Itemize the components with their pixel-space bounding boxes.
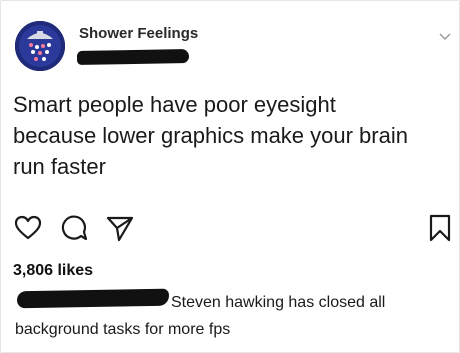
post-header: Shower Feelings [13,15,453,71]
comment-line: background tasks for more fps [15,321,231,338]
username[interactable]: Shower Feelings [79,25,198,42]
post-card: Shower Feelings Smart people have poor e… [0,0,460,353]
post-caption: Smart people have poor eyesight because … [13,89,453,182]
like-count[interactable]: 3,806 likes [13,262,93,280]
chevron-down-icon[interactable] [439,29,451,41]
comment: Steven hawking has closed all background… [15,289,455,343]
caption-line: because lower graphics make your brain [13,123,408,148]
bookmark-outline-icon[interactable] [425,213,455,243]
comment-line: Steven hawking has closed all [171,294,386,311]
paper-plane-icon[interactable] [105,213,135,243]
avatar[interactable] [15,21,65,71]
redacted-subtitle [76,49,190,65]
caption-line: run faster [13,154,106,179]
heart-outline-icon[interactable] [13,213,43,243]
speech-bubble-icon[interactable] [59,213,89,243]
action-bar [11,213,455,243]
caption-line: Smart people have poor eyesight [13,92,336,117]
